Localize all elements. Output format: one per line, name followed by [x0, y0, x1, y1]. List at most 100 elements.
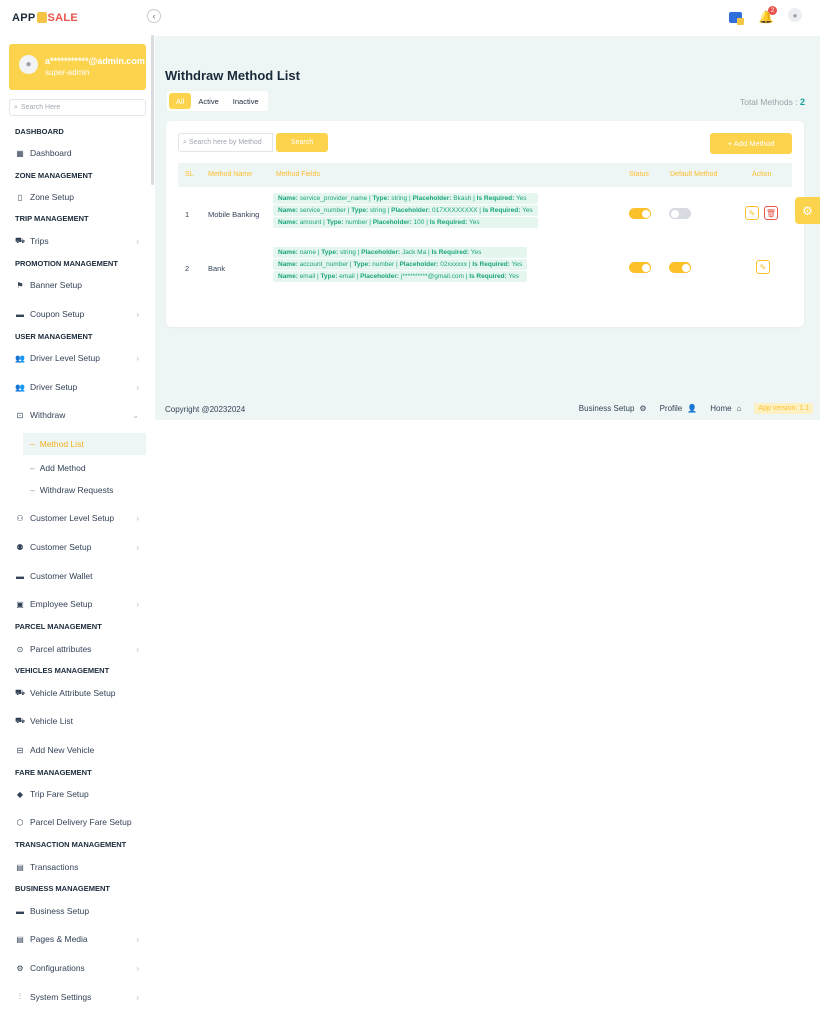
- field-label: Is Required:: [476, 195, 515, 202]
- sidebar-item-parcel-delivery-fare-setup[interactable]: ⬡ Parcel Delivery Fare Setup: [15, 814, 145, 830]
- sidebar-search-input[interactable]: ⌕ Search Here: [9, 99, 146, 116]
- sidebar-item-system-settings[interactable]: ⫶ System Settings ›: [15, 989, 145, 1005]
- avatar-icon: ●: [19, 55, 38, 74]
- toggle-knob: [670, 209, 679, 218]
- method-field-chip: Name: name | Type: string | Placeholder:…: [273, 247, 528, 258]
- add-method-button[interactable]: + Add Method: [710, 133, 792, 154]
- sidebar-item-label: Coupon Setup: [30, 309, 85, 319]
- sidebar-item-driver-setup[interactable]: 👥 Driver Setup ›: [15, 379, 145, 395]
- sidebar-item-driver-level-setup[interactable]: 👥 Driver Level Setup ›: [15, 350, 145, 366]
- sidebar-item-label: Parcel attributes: [30, 644, 92, 654]
- sidebar-item-label: Vehicle List: [30, 716, 73, 726]
- field-value: Yes: [511, 261, 523, 268]
- tab-active[interactable]: Active: [191, 93, 225, 109]
- sidebar-subitem-method-list[interactable]: – Method List: [23, 433, 146, 455]
- gear-icon: ⚙: [802, 203, 813, 218]
- field-label: Placeholder:: [361, 249, 401, 256]
- method-search-input[interactable]: ⌕ Search here by Method: [178, 133, 273, 152]
- language-button[interactable]: [728, 10, 744, 25]
- method-field-chip: Name: service_provider_name | Type: stri…: [273, 193, 538, 204]
- edit-button[interactable]: ✎: [756, 260, 770, 274]
- sidebar-subitem-label: Method List: [39, 439, 84, 449]
- chevron-right-icon: ›: [136, 963, 139, 973]
- search-button[interactable]: Search: [276, 133, 328, 152]
- id-card-icon: ▣: [16, 599, 24, 609]
- field-value: name: [299, 249, 316, 256]
- row-method-name: Bank: [208, 264, 226, 273]
- tab-inactive[interactable]: Inactive: [226, 93, 266, 109]
- sidebar-item-withdraw[interactable]: ⊡ Withdraw ⌄: [15, 407, 145, 423]
- footer-link-home[interactable]: Home: [710, 404, 731, 413]
- sidebar-scrollbar[interactable]: [151, 35, 154, 185]
- page-title: Withdraw Method List: [165, 68, 300, 83]
- sidebar-item-label: Pages & Media: [30, 934, 88, 944]
- field-value: 017XXXXXXXX: [431, 207, 478, 214]
- sidebar-item-label: Trips: [30, 236, 49, 246]
- sidebar-item-label: Business Setup: [30, 906, 90, 916]
- sidebar-item-dashboard[interactable]: ▦ Dashboard: [15, 145, 145, 161]
- status-toggle[interactable]: [629, 262, 651, 273]
- notification-button[interactable]: 🔔 2: [759, 6, 777, 24]
- nav-heading-promotion: PROMOTION MANAGEMENT: [15, 259, 118, 268]
- sidebar-item-zone-setup[interactable]: ▯ Zone Setup: [15, 189, 145, 205]
- field-label: Is Required:: [472, 261, 510, 268]
- footer-link-business-setup[interactable]: Business Setup: [579, 404, 635, 413]
- settings-floating-button[interactable]: ⚙: [795, 197, 820, 224]
- shopping-bag-icon: [36, 11, 47, 23]
- sliders-icon: ⫶: [19, 992, 21, 1001]
- field-value: Yes: [515, 195, 527, 202]
- sidebar-item-coupon-setup[interactable]: ▬ Coupon Setup ›: [15, 306, 145, 322]
- sidebar-item-vehicle-list[interactable]: ⛟ Vehicle List: [15, 713, 145, 729]
- car-icon: ⛟: [15, 688, 26, 697]
- sidebar-item-label: Vehicle Attribute Setup: [30, 688, 116, 698]
- field-label: Is Required:: [469, 273, 507, 280]
- field-value: 100: [413, 219, 425, 226]
- sidebar-item-trips[interactable]: ⛟ Trips ›: [15, 233, 145, 249]
- sidebar-item-label: Transactions: [30, 862, 79, 872]
- translate-icon: [728, 11, 744, 25]
- nav-heading-parcel: PARCEL MANAGEMENT: [15, 622, 102, 631]
- method-field-chip: Name: email | Type: email | Placeholder:…: [273, 271, 528, 282]
- sidebar-subitem-add-method[interactable]: – Add Method: [30, 463, 86, 473]
- sidebar-item-customer-setup[interactable]: ⚉ Customer Setup ›: [15, 539, 145, 555]
- sidebar-item-employee-setup[interactable]: ▣ Employee Setup ›: [15, 596, 145, 612]
- sidebar-item-vehicle-attribute-setup[interactable]: ⛟ Vehicle Attribute Setup: [15, 685, 145, 701]
- sidebar-item-trip-fare-setup[interactable]: ◆ Trip Fare Setup: [15, 786, 145, 802]
- footer-link-profile[interactable]: Profile: [660, 404, 683, 413]
- sidebar-collapse-button[interactable]: ‹: [147, 9, 161, 23]
- sidebar-item-customer-level-setup[interactable]: ⚇ Customer Level Setup ›: [15, 510, 145, 526]
- gear-icon: ⚙: [639, 404, 647, 413]
- sidebar-item-transactions[interactable]: ▤ Transactions: [15, 859, 145, 875]
- nav-heading-vehicles: VEHICLES MANAGEMENT: [15, 666, 110, 675]
- default-method-toggle[interactable]: [669, 208, 691, 219]
- wallet-icon: ▬: [16, 571, 24, 581]
- delete-button[interactable]: 🗑: [764, 206, 778, 220]
- sidebar-item-business-setup[interactable]: ▬ Business Setup: [15, 903, 145, 919]
- sidebar-item-pages-media[interactable]: ▤ Pages & Media ›: [15, 931, 145, 947]
- field-value: Bkash: [453, 195, 472, 202]
- sidebar-item-customer-wallet[interactable]: ▬ Customer Wallet: [15, 568, 145, 584]
- status-toggle[interactable]: [629, 208, 651, 219]
- sidebar-subitem-label: Add Method: [39, 463, 86, 473]
- sidebar-item-configurations[interactable]: ⚙ Configurations ›: [15, 960, 145, 976]
- field-value: j**********@gmail.com: [400, 273, 464, 280]
- bus-icon: ⊟: [16, 745, 24, 755]
- chevron-right-icon: ›: [136, 599, 139, 609]
- sidebar-subitem-withdraw-requests[interactable]: – Withdraw Requests: [30, 485, 113, 495]
- chevron-left-icon: ‹: [152, 11, 156, 21]
- sidebar-item-parcel-attributes[interactable]: ⊙ Parcel attributes ›: [15, 641, 145, 657]
- users-icon: 👥: [15, 353, 25, 363]
- sidebar-item-add-new-vehicle[interactable]: ⊟ Add New Vehicle: [15, 742, 145, 758]
- home-icon: ⌂: [736, 404, 742, 413]
- user-menu-avatar[interactable]: ●: [788, 8, 802, 22]
- field-value: email: [299, 273, 316, 280]
- edit-button[interactable]: ✎: [745, 206, 759, 220]
- method-fields: Name: name | Type: string | Placeholder:…: [273, 247, 528, 282]
- profile-card[interactable]: ● a***********@admin.com super-admin: [9, 44, 146, 90]
- tab-all[interactable]: All: [169, 93, 192, 109]
- sidebar-item-banner-setup[interactable]: ⚑ Banner Setup: [15, 277, 145, 293]
- chevron-right-icon: ›: [136, 513, 139, 523]
- app-logo[interactable]: APP SALE: [12, 10, 78, 26]
- briefcase-icon: ▬: [16, 906, 24, 916]
- default-method-toggle[interactable]: [669, 262, 691, 273]
